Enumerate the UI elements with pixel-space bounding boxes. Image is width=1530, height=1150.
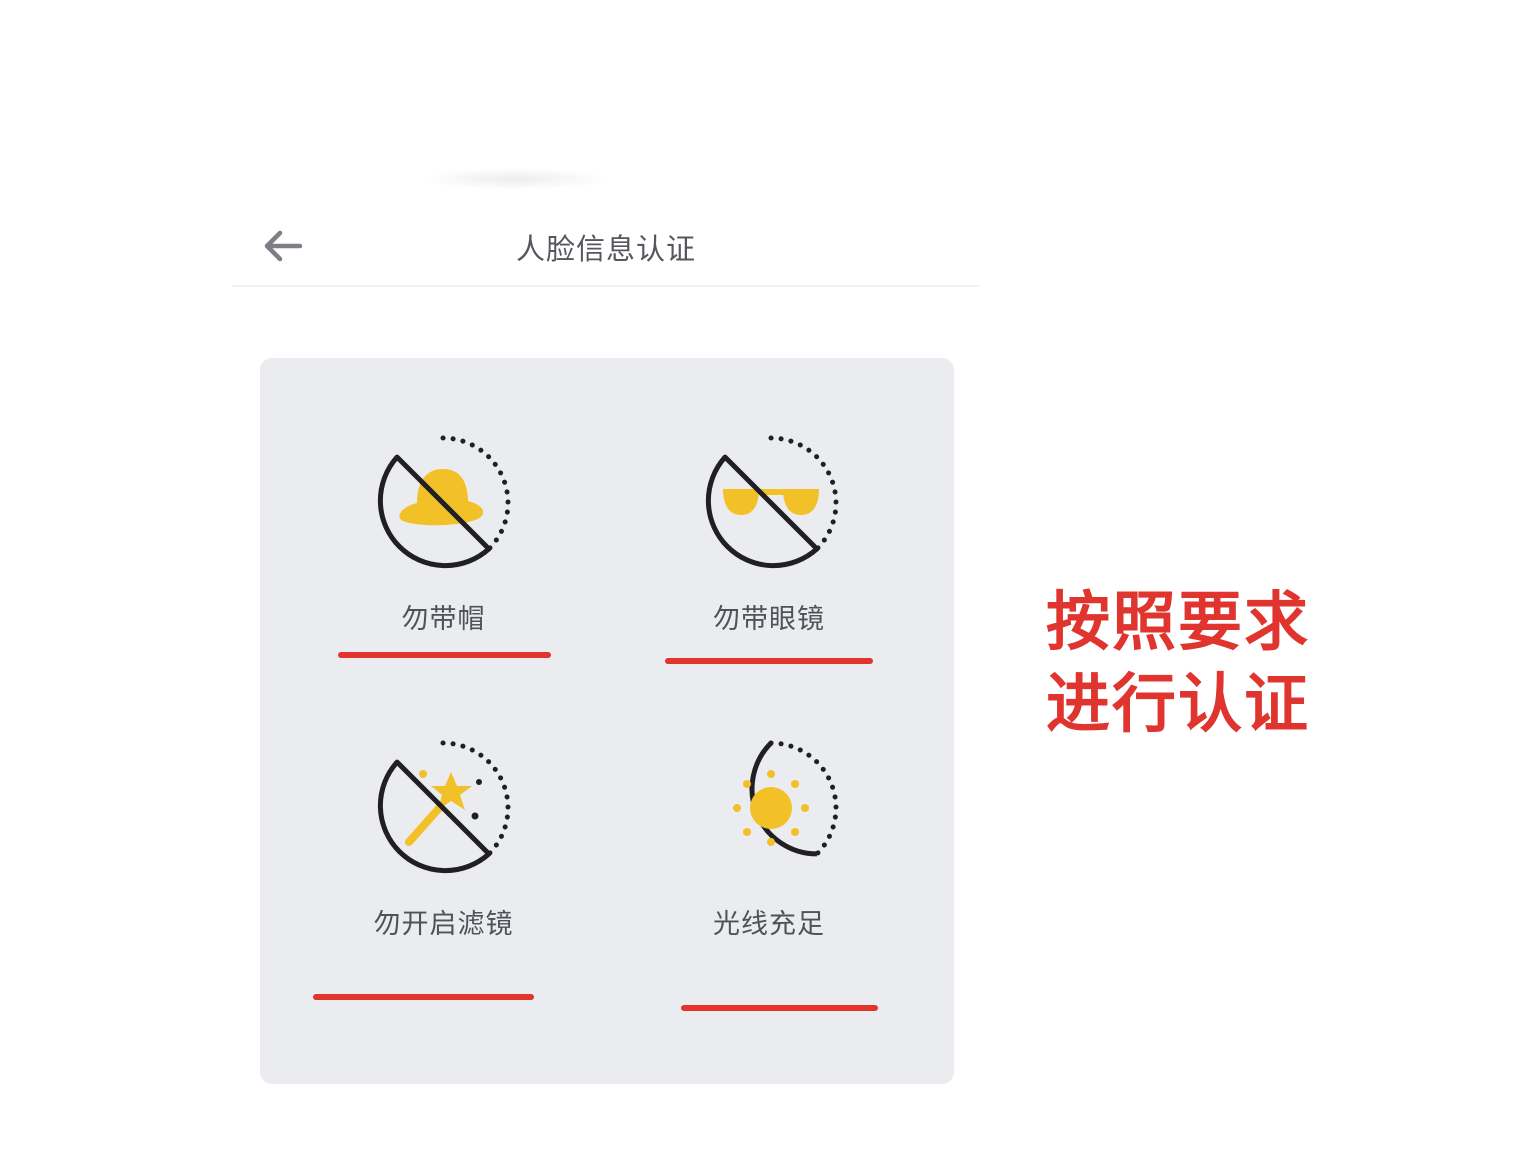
tip-no-filter: 勿开启滤镜 [260,721,607,1084]
no-filter-icon [377,740,511,874]
highlight-underline [681,1005,878,1011]
sun-icon [733,740,839,857]
tip-no-glasses: 勿带眼镜 [607,358,954,721]
requirements-panel: 勿带帽 勿带眼镜 勿开启滤镜 光线充足 [260,358,954,1084]
screenshot-canvas: 人脸信息认证 勿带帽 勿带眼镜 勿开启滤镜 光线充足 按照要求 进行认证 [0,0,1530,1150]
highlight-underline [338,652,551,658]
annotation-line: 按照要求 [1046,585,1310,660]
tip-no-hat: 勿带帽 [260,358,607,721]
tip-sufficient-light: 光线充足 [607,721,954,1084]
no-hat-icon [377,435,511,569]
highlight-underline [313,994,534,1000]
tip-label: 光线充足 [713,909,825,940]
annotation-text: 按照要求 进行认证 [1046,582,1346,746]
tip-label: 勿带眼镜 [713,604,825,635]
tip-label: 勿开启滤镜 [373,909,514,940]
page-title: 人脸信息认证 [515,232,696,266]
status-bar-shadow [420,168,610,190]
navigation-bar: 人脸信息认证 [232,205,980,287]
annotation-line: 进行认证 [1046,667,1310,742]
tip-label: 勿带帽 [401,604,486,635]
highlight-underline [665,658,873,664]
no-glasses-icon [705,435,839,569]
